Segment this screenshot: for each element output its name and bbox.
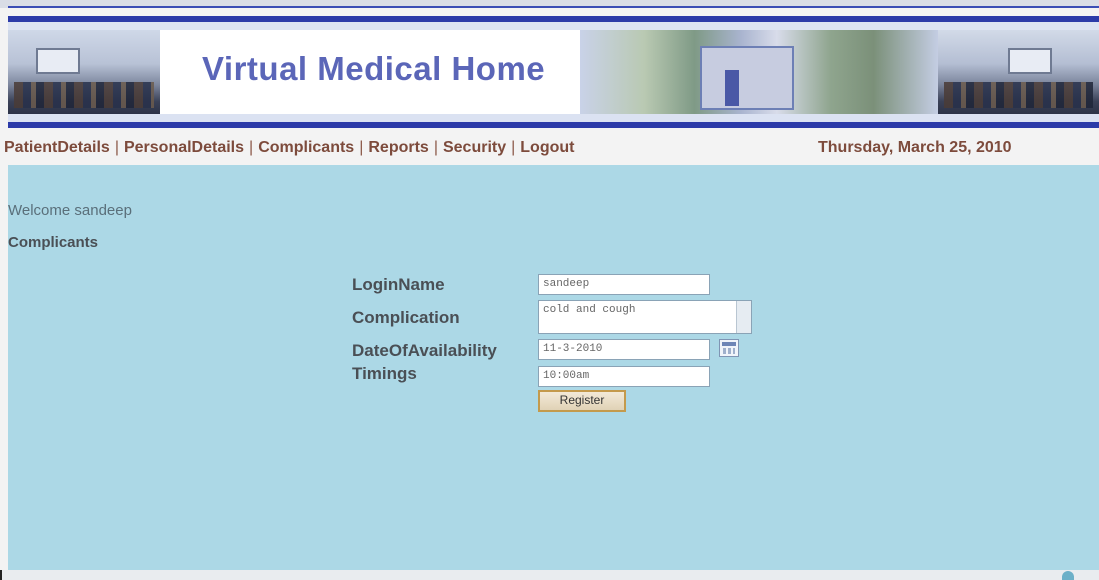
timings-field[interactable]: 10:00am: [538, 366, 710, 387]
banner-photo-campus: [580, 30, 938, 114]
content-panel: Welcome sandeep Complicants LoginName sa…: [8, 165, 1099, 570]
calendar-icon[interactable]: [719, 339, 739, 357]
nav-reports[interactable]: Reports: [368, 139, 428, 157]
date-of-availability-label: DateOfAvailability: [352, 341, 497, 360]
complication-label: Complication: [352, 308, 460, 327]
section-title: Complicants: [8, 234, 99, 251]
date-of-availability-field[interactable]: 11-3-2010: [538, 339, 710, 360]
login-name-label: LoginName: [352, 275, 445, 294]
globe-icon: [1062, 571, 1074, 580]
nav-personal-details[interactable]: PersonalDetails: [124, 139, 244, 157]
site-title: Virtual Medical Home: [202, 50, 546, 87]
status-bar: [0, 570, 1099, 580]
complication-textarea[interactable]: cold and cough: [538, 300, 752, 334]
main-nav: PatientDetails | PersonalDetails | Complican…: [4, 139, 575, 157]
current-date: Thursday, March 25, 2010: [818, 139, 1012, 156]
header-banner: Virtual Medical Home: [8, 16, 1099, 128]
register-button[interactable]: Register: [538, 390, 626, 412]
complication-scrollbar[interactable]: [736, 301, 751, 333]
nav-complicants[interactable]: Complicants: [258, 139, 354, 157]
banner-title-box: Virtual Medical Home: [160, 30, 580, 114]
window-top-strip: [0, 0, 1099, 8]
nav-security[interactable]: Security: [443, 139, 506, 157]
timings-label: Timings: [352, 364, 417, 383]
welcome-message: Welcome sandeep: [8, 202, 132, 219]
login-name-field[interactable]: sandeep: [538, 274, 710, 295]
nav-logout[interactable]: Logout: [520, 139, 574, 157]
nav-patient-details[interactable]: PatientDetails: [4, 139, 110, 157]
banner-photo-right: [938, 30, 1099, 114]
banner-photo-left: [8, 30, 160, 114]
